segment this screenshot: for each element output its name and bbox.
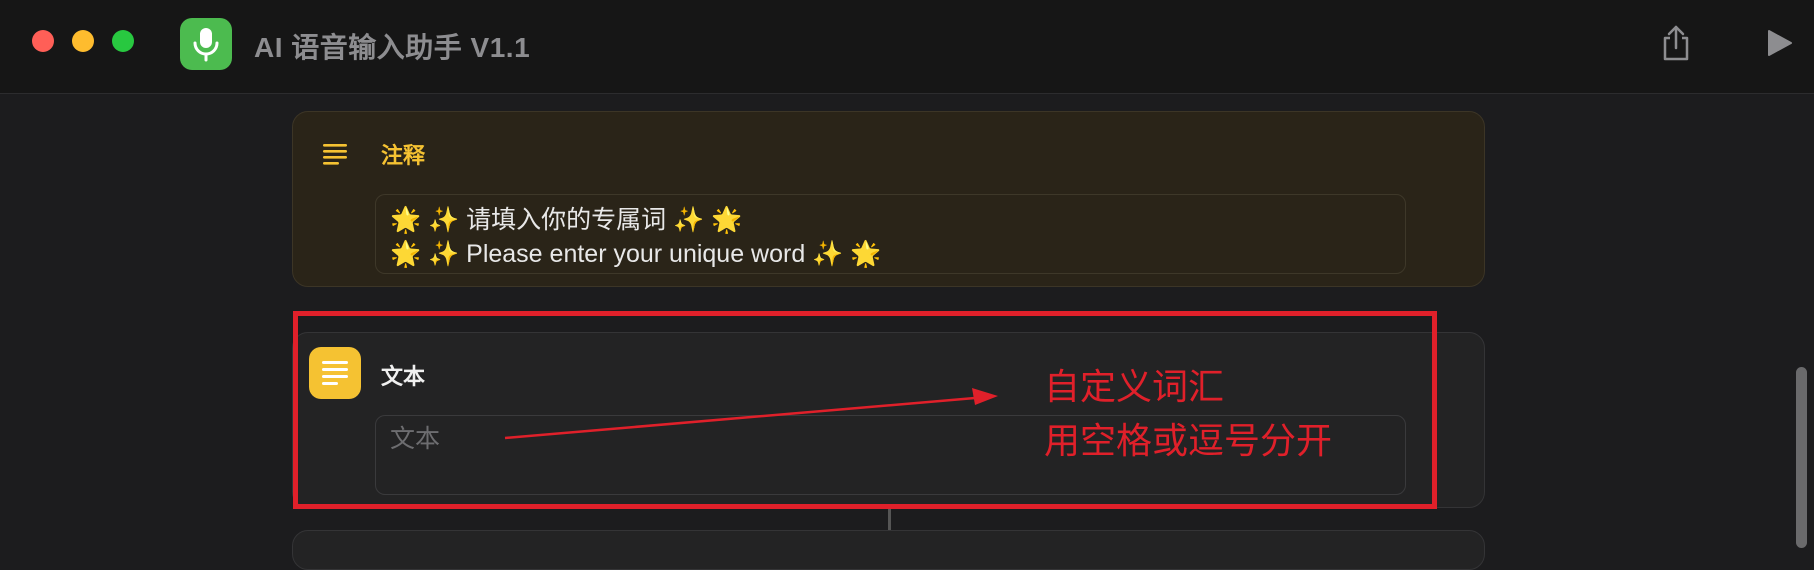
- comment-field[interactable]: 🌟 ✨ 请填入你的专属词 ✨ 🌟 🌟 ✨ Please enter your u…: [375, 194, 1406, 274]
- text-lines-icon: [321, 142, 349, 171]
- comment-line-2: 🌟 ✨ Please enter your unique word ✨ 🌟: [390, 240, 882, 268]
- annotation-line-1: 自定义词汇: [1044, 366, 1225, 407]
- annotation-highlight-box: [293, 311, 1437, 509]
- action-connector: [888, 508, 891, 530]
- microphone-icon: [180, 18, 232, 70]
- close-window-button[interactable]: [32, 30, 54, 52]
- title-bar: AI 语音输入助手 V1.1: [0, 0, 1814, 94]
- comment-line-1: 🌟 ✨ 请填入你的专属词 ✨ 🌟: [390, 206, 743, 234]
- run-button[interactable]: [1758, 22, 1800, 64]
- annotation-line-2: 用空格或逗号分开: [1044, 420, 1333, 461]
- scrollbar[interactable]: [1796, 367, 1807, 548]
- share-icon: [1663, 25, 1689, 61]
- share-button[interactable]: [1655, 22, 1697, 64]
- zoom-window-button[interactable]: [112, 30, 134, 52]
- minimize-window-button[interactable]: [72, 30, 94, 52]
- comment-action-card[interactable]: 注释 🌟 ✨ 请填入你的专属词 ✨ 🌟 🌟 ✨ Please enter you…: [292, 111, 1485, 287]
- next-action-card[interactable]: [292, 530, 1485, 570]
- window-title: AI 语音输入助手 V1.1: [254, 32, 531, 63]
- play-icon: [1768, 30, 1792, 56]
- comment-title: 注释: [381, 143, 426, 168]
